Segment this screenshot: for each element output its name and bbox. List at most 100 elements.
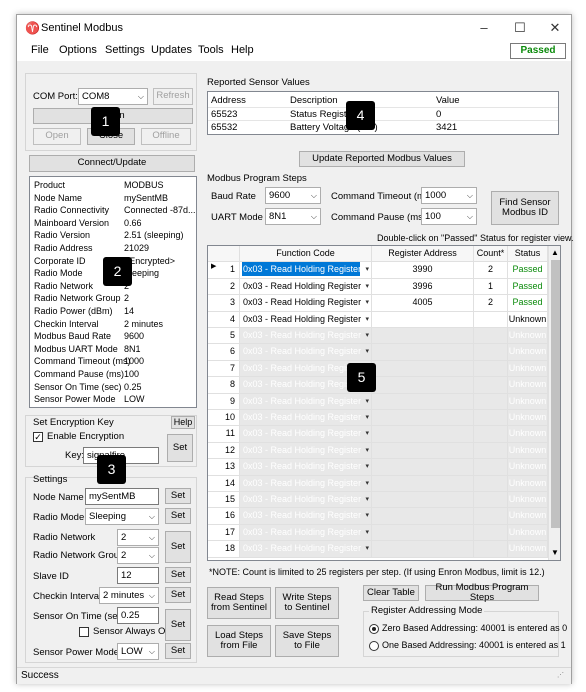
step-row[interactable]: 9 0x03 - Read Holding Register ▾ Unknown	[208, 393, 560, 410]
step-row[interactable]: 10 0x03 - Read Holding Register ▾ Unknown	[208, 410, 560, 427]
function-code-select[interactable]: 0x03 - Read Holding Register▾	[240, 442, 372, 460]
dropdown-arrow-icon[interactable]: ▾	[365, 394, 369, 409]
function-code-select[interactable]: 0x03 - Read Holding Register▾	[240, 475, 372, 492]
set-slave-id-button[interactable]: Set	[165, 567, 191, 583]
clear-table-button[interactable]: Clear Table	[363, 585, 419, 601]
zero-based-radio[interactable]	[369, 624, 379, 634]
dropdown-arrow-icon[interactable]: ▾	[365, 476, 369, 491]
baud-rate-select[interactable]: 9600 ⌵	[265, 187, 321, 204]
status-cell[interactable]: Unknown	[508, 459, 548, 476]
step-row[interactable]: 70x03 - Read Holding Register▾Unknown	[208, 360, 560, 378]
status-cell[interactable]: Unknown	[508, 328, 548, 345]
menu-settings[interactable]: Settings	[105, 44, 145, 56]
step-row[interactable]: 15 0x03 - Read Holding Register ▾ Unknown	[208, 492, 560, 509]
function-code-select[interactable]: 0x03 - Read Holding Register▾	[240, 295, 372, 312]
reported-row[interactable]: 65523 Status Register 0	[208, 107, 558, 120]
register-address-cell[interactable]	[372, 442, 474, 460]
com-port-select[interactable]: COM8 ⌵	[78, 88, 148, 105]
dropdown-arrow-icon[interactable]: ▾	[365, 279, 369, 294]
maximize-button[interactable]: ☐	[510, 20, 530, 36]
register-address-cell[interactable]	[372, 344, 474, 361]
count-cell[interactable]	[474, 524, 508, 542]
step-row[interactable]: 6 0x03 - Read Holding Register ▾ Unknown	[208, 344, 560, 361]
step-row[interactable]: 3 0x03 - Read Holding Register ▾ 4005 2 Passe…	[208, 295, 560, 312]
status-cell[interactable]: Unknown	[508, 541, 548, 558]
set-encryption-button[interactable]: Set	[167, 434, 193, 462]
status-cell[interactable]: Unknown	[508, 442, 548, 460]
node-name-input[interactable]: mySentMB	[85, 488, 159, 505]
dropdown-arrow-icon[interactable]: ▾	[365, 410, 369, 425]
count-cell[interactable]: 2	[474, 295, 508, 312]
slave-id-input[interactable]: 12	[117, 567, 159, 584]
dropdown-arrow-icon[interactable]: ▾	[365, 459, 369, 474]
dropdown-arrow-icon[interactable]: ▾	[365, 443, 369, 458]
function-code-select[interactable]: 0x03 - Read Holding Register▾	[240, 426, 372, 443]
menu-tools[interactable]: Tools	[198, 44, 224, 56]
count-cell[interactable]	[474, 459, 508, 476]
minimize-button[interactable]: –	[474, 20, 494, 35]
radio-network-group-select[interactable]: 2 ⌵	[117, 547, 159, 564]
command-timeout-select[interactable]: 1000 ⌵	[421, 187, 477, 204]
count-cell[interactable]: 1	[474, 278, 508, 296]
status-cell[interactable]: Passed	[508, 295, 548, 312]
menu-options[interactable]: Options	[59, 44, 97, 56]
function-code-select[interactable]: 0x03 - Read Holding Register▾	[240, 278, 372, 296]
count-cell[interactable]	[474, 393, 508, 410]
step-row[interactable]: 4 0x03 - Read Holding Register ▾ Unknown	[208, 311, 560, 328]
radio-network-select[interactable]: 2 ⌵	[117, 529, 159, 546]
function-code-select[interactable]: 0x03 - Read Holding Register▾	[240, 393, 372, 410]
scroll-up-icon[interactable]: ▲	[551, 248, 559, 257]
status-cell[interactable]: Unknown	[508, 360, 548, 378]
radio-mode-select[interactable]: Sleeping ⌵	[85, 508, 159, 525]
status-cell[interactable]: Unknown	[508, 492, 548, 509]
count-cell[interactable]	[474, 475, 508, 492]
dropdown-arrow-icon[interactable]: ▾	[365, 492, 369, 507]
status-cell[interactable]: Unknown	[508, 524, 548, 542]
function-code-select[interactable]: 0x03 - Read Holding Register▾	[240, 262, 372, 279]
menu-help[interactable]: Help	[231, 44, 254, 56]
dropdown-arrow-icon[interactable]: ▾	[365, 525, 369, 540]
one-based-radio[interactable]	[369, 641, 379, 651]
step-row[interactable]: 2 0x03 - Read Holding Register ▾ 3996 1 Passe…	[208, 278, 560, 296]
status-cell[interactable]: Unknown	[508, 475, 548, 492]
register-address-cell[interactable]	[372, 311, 474, 328]
status-cell[interactable]: Unknown	[508, 508, 548, 525]
step-row[interactable]: 13 0x03 - Read Holding Register ▾ Unknown	[208, 459, 560, 476]
function-code-select[interactable]: 0x03 - Read Holding Register▾	[240, 541, 372, 558]
enable-encryption-checkbox[interactable]: ✓	[33, 432, 43, 442]
status-cell[interactable]: Unknown	[508, 344, 548, 361]
set-radio-network-button[interactable]: Set	[165, 531, 191, 563]
resize-grip-icon[interactable]: ⋰	[557, 671, 564, 679]
set-checkin-button[interactable]: Set	[165, 587, 191, 603]
dropdown-arrow-icon[interactable]: ▾	[365, 508, 369, 523]
step-row[interactable]: 11 0x03 - Read Holding Register ▾ Unknown	[208, 426, 560, 443]
dropdown-arrow-icon[interactable]: ▾	[365, 312, 369, 327]
status-cell[interactable]: Unknown	[508, 426, 548, 443]
step-row[interactable]: 14 0x03 - Read Holding Register ▾ Unknown	[208, 475, 560, 492]
set-node-name-button[interactable]: Set	[165, 488, 191, 504]
register-address-cell[interactable]	[372, 410, 474, 427]
update-reported-values-button[interactable]: Update Reported Modbus Values	[299, 151, 465, 167]
register-address-cell[interactable]	[372, 393, 474, 410]
register-address-cell[interactable]	[372, 426, 474, 443]
grid-scrollbar[interactable]: ▲ ▼	[548, 246, 560, 560]
register-address-cell[interactable]	[372, 508, 474, 525]
command-pause-select[interactable]: 100 ⌵	[421, 208, 477, 225]
checkin-interval-select[interactable]: 2 minutes ⌵	[99, 587, 159, 604]
close-window-button[interactable]: ✕	[545, 20, 565, 36]
function-code-select[interactable]: 0x03 - Read Holding Register▾	[240, 311, 372, 328]
count-cell[interactable]	[474, 508, 508, 525]
save-steps-button[interactable]: Save Steps to File	[275, 625, 339, 657]
register-address-cell[interactable]	[372, 524, 474, 542]
step-row[interactable]: 80x03 - Read Holding Register▾Unknown	[208, 377, 560, 394]
function-code-select[interactable]: 0x03 - Read Holding Register▾	[240, 524, 372, 542]
register-address-cell[interactable]	[372, 475, 474, 492]
count-cell[interactable]	[474, 311, 508, 328]
register-address-cell[interactable]	[372, 360, 474, 378]
function-code-select[interactable]: 0x03 - Read Holding Register▾	[240, 344, 372, 361]
function-code-select[interactable]: 0x03 - Read Holding Register▾	[240, 492, 372, 509]
scroll-thumb[interactable]	[551, 260, 560, 528]
count-cell[interactable]	[474, 328, 508, 345]
menu-updates[interactable]: Updates	[151, 44, 192, 56]
set-sensor-on-time-button[interactable]: Set	[165, 609, 191, 641]
